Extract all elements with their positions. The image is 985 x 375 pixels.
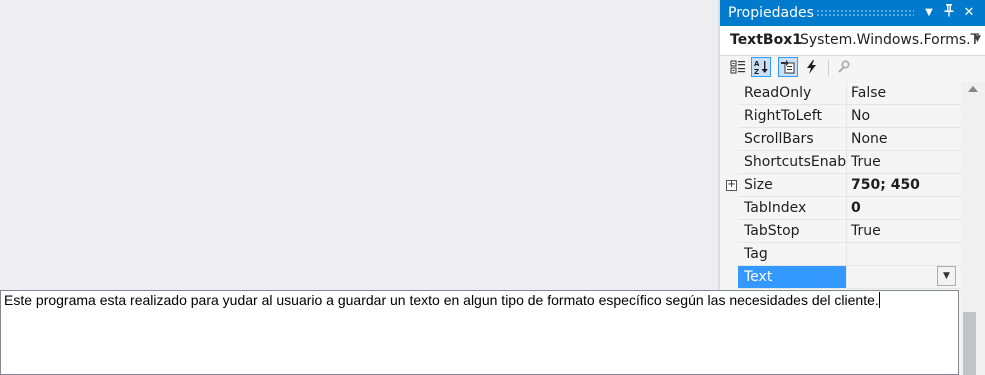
expand-icon[interactable]: +	[726, 180, 737, 191]
text-caret	[878, 292, 880, 308]
svg-text:Z: Z	[754, 68, 759, 75]
property-row[interactable]: ReadOnly False	[720, 82, 961, 105]
property-name: Tag	[744, 246, 768, 262]
property-value[interactable]: 750; 450	[846, 174, 961, 196]
property-value[interactable]: No	[846, 105, 961, 127]
property-row[interactable]: TabStop True	[720, 220, 961, 243]
property-name: Size	[744, 177, 773, 193]
property-row[interactable]: ShortcutsEnable True	[720, 151, 961, 174]
chevron-down-icon[interactable]: ▼	[974, 34, 981, 44]
chevron-down-icon[interactable]: ▼	[937, 266, 956, 286]
text-value: Este programa esta realizado para yudar …	[4, 292, 879, 308]
property-row[interactable]: Tag	[720, 243, 961, 266]
scroll-up-icon[interactable]	[968, 86, 978, 92]
pin-icon[interactable]	[940, 3, 958, 23]
property-row[interactable]: + Size 750; 450	[720, 174, 961, 197]
property-value[interactable]: True	[846, 151, 961, 173]
property-row-selected[interactable]: Text	[720, 266, 961, 289]
properties-toolbar: AZ	[720, 55, 985, 82]
properties-title-bar[interactable]: Propiedades ▼ ✕	[720, 0, 985, 26]
selected-object-type: System.Windows.Forms.T	[800, 32, 980, 48]
property-row[interactable]: TabIndex 0	[720, 197, 961, 220]
object-selector[interactable]: TextBox1 System.Windows.Forms.T ▼	[720, 26, 985, 56]
property-name: RightToLeft	[744, 108, 822, 124]
vertical-scrollbar[interactable]	[961, 82, 985, 375]
property-name: Text	[738, 266, 846, 288]
property-row[interactable]: RightToLeft No	[720, 105, 961, 128]
close-icon[interactable]: ✕	[960, 3, 978, 23]
selected-object-name: TextBox1	[730, 32, 802, 48]
events-icon[interactable]	[802, 57, 822, 77]
property-name: ScrollBars	[744, 131, 814, 147]
alphabetical-icon[interactable]: AZ	[751, 57, 771, 77]
text-value-editor[interactable]: Este programa esta realizado para yudar …	[0, 290, 959, 375]
property-value[interactable]	[846, 243, 961, 265]
properties-icon[interactable]	[778, 57, 798, 77]
panel-title: Propiedades	[728, 5, 814, 21]
chevron-down-icon[interactable]: ▼	[920, 3, 938, 23]
toolbar-separator	[828, 60, 829, 76]
scroll-thumb[interactable]	[963, 312, 976, 375]
property-value[interactable]: True	[846, 220, 961, 242]
property-row[interactable]: ScrollBars None	[720, 128, 961, 151]
property-name: TabIndex	[744, 200, 807, 216]
property-grid: ReadOnly False RightToLeft No ScrollBars…	[720, 82, 961, 290]
svg-text:A: A	[754, 60, 760, 68]
property-pages-icon	[833, 57, 853, 77]
property-value[interactable]: False	[846, 82, 961, 104]
categorized-icon[interactable]	[728, 57, 748, 77]
property-name: TabStop	[744, 223, 800, 239]
property-name: ReadOnly	[744, 85, 812, 101]
property-value[interactable]: None	[846, 128, 961, 150]
title-grip	[816, 9, 914, 16]
property-name: ShortcutsEnable	[744, 154, 846, 170]
property-value[interactable]: 0	[846, 197, 961, 219]
